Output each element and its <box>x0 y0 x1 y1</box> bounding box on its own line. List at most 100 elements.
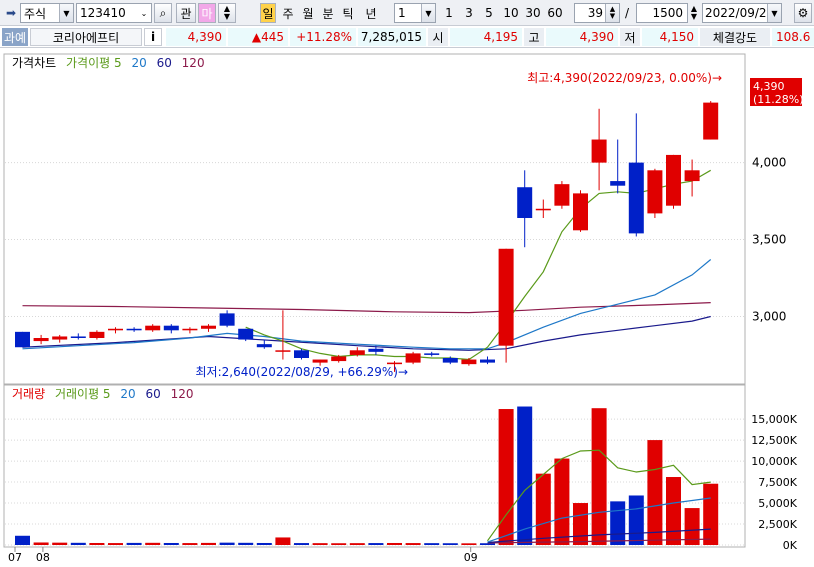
candle-body <box>108 328 123 331</box>
candle-body <box>312 359 328 363</box>
period-tick[interactable]: 틱 <box>340 3 356 23</box>
interval-select[interactable]: 1 ▼ <box>394 3 436 23</box>
period-year[interactable]: 년 <box>362 3 380 23</box>
ma-button[interactable]: 마 <box>198 3 216 23</box>
updown-spinner-icon[interactable]: ▲ ▼ <box>688 3 700 23</box>
volume-bar <box>219 542 235 545</box>
volume-bar <box>535 473 551 545</box>
volume-bar <box>349 543 365 545</box>
settings-icon[interactable]: ⚙ <box>794 3 812 23</box>
low-price: 4,150 <box>642 28 698 46</box>
stock-code-value: 123410 <box>80 6 126 20</box>
volume-bar <box>312 543 328 545</box>
stock-code-input[interactable]: 123410 ⌄ <box>76 3 152 23</box>
volume-legend-ma60: 60 <box>146 387 161 401</box>
price-change: ▲445 <box>228 28 288 46</box>
volume-bar <box>238 542 254 545</box>
price-legend-ma60: 60 <box>157 56 172 70</box>
interval-5[interactable]: 5 <box>480 3 498 23</box>
volume-bar <box>368 543 384 545</box>
candle-body <box>405 353 421 363</box>
strength-value: 108.6 <box>772 28 814 46</box>
interval-30[interactable]: 30 <box>522 3 544 23</box>
interval-3[interactable]: 3 <box>460 3 478 23</box>
count-total-input[interactable]: 1500 <box>636 3 688 23</box>
volume-bar <box>126 542 142 545</box>
gwan-button[interactable]: 관 <box>176 3 196 23</box>
volume-legend-main: 거래량 <box>12 387 45 401</box>
link-arrow-icon[interactable]: ➡ <box>2 3 20 23</box>
volume-bar <box>498 409 514 545</box>
volume-bar <box>647 440 663 545</box>
period-month[interactable]: 월 <box>300 3 316 23</box>
candle-body <box>703 102 719 140</box>
candle-body <box>461 359 477 365</box>
chart-canvas[interactable]: 3,000 3,500 4,000 0K 2,500K 5,000K 7,500K 10,00… <box>0 48 814 564</box>
info-button[interactable]: i <box>144 28 162 46</box>
candle-body <box>628 162 644 234</box>
candle-body <box>591 139 607 163</box>
open-price: 4,195 <box>450 28 522 46</box>
candle-body <box>387 362 402 365</box>
market-type-select[interactable]: 주식 ▼ <box>20 3 74 23</box>
low-label: 저 <box>620 28 640 46</box>
volume-y-tick: 0K <box>783 539 798 552</box>
candle-body <box>163 325 179 331</box>
updown-spinner-icon[interactable]: ▲ ▼ <box>218 3 236 23</box>
volume-y-tick: 15,000K <box>751 413 797 426</box>
volume-bar <box>145 542 161 545</box>
date-select[interactable]: 2022/09/23 ▼ <box>702 3 782 23</box>
price-y-tick: 3,000 <box>752 309 786 323</box>
volume-bar <box>480 543 495 545</box>
search-icon[interactable]: ⌕ <box>154 3 172 23</box>
volume-legend-ma20: 20 <box>120 387 135 401</box>
y-axis-labels: 3,000 3,500 4,000 0K 2,500K 5,000K 7,500K 10,00… <box>751 156 797 552</box>
market-tag: 과예 <box>2 28 28 46</box>
chevron-down-icon[interactable]: ▼ <box>767 4 781 22</box>
candle-body <box>442 358 458 363</box>
last-price-percent: (11.28%) <box>753 93 804 106</box>
volume-bar <box>610 501 626 545</box>
chevron-down-icon[interactable]: ▼ <box>59 4 73 22</box>
candle-body <box>368 348 384 352</box>
volume-bar <box>424 543 440 545</box>
candle-body <box>33 338 49 342</box>
volume-bar <box>387 542 402 545</box>
current-price: 4,390 <box>166 28 226 46</box>
volume-bar <box>554 458 570 545</box>
chevron-down-icon[interactable]: ▼ <box>421 4 435 22</box>
volume-bar <box>182 543 198 545</box>
volume-y-tick: 5,000K <box>758 497 797 510</box>
candle-body <box>610 181 626 186</box>
volume-bar <box>294 543 309 545</box>
candle-body <box>275 350 291 352</box>
volume-bar <box>703 483 719 545</box>
volume-legend-ma120: 120 <box>171 387 194 401</box>
interval-60[interactable]: 60 <box>544 3 566 23</box>
chevron-down-icon[interactable]: ⌄ <box>137 4 151 22</box>
volume-bar <box>405 543 421 545</box>
x-tick-label: 07 <box>8 551 22 564</box>
count-input[interactable]: 39 ▲ ▼ <box>574 3 620 23</box>
volume-legend-ma5: 거래이평 5 <box>55 387 111 401</box>
interval-10[interactable]: 10 <box>500 3 522 23</box>
interval-1[interactable]: 1 <box>440 3 458 23</box>
updown-spinner-icon[interactable]: ▲ ▼ <box>605 4 619 22</box>
count-separator: / <box>624 6 630 20</box>
candle-body <box>89 331 105 338</box>
candle-body <box>554 184 570 206</box>
period-week[interactable]: 주 <box>280 3 296 23</box>
candle-body <box>182 328 198 331</box>
chart-area[interactable]: 3,000 3,500 4,000 0K 2,500K 5,000K 7,500K 10,00… <box>0 48 814 564</box>
price-y-tick: 3,500 <box>752 233 786 247</box>
volume-y-tick: 12,500K <box>751 434 797 447</box>
low-annotation: 최저:2,640(2022/08/29, +66.29%)→ <box>196 365 409 379</box>
date-value: 2022/09/23 <box>705 6 775 20</box>
volume-bar <box>52 542 68 545</box>
volume-bar <box>163 542 179 545</box>
stock-name: 코리아에프티 <box>30 28 142 46</box>
period-minute[interactable]: 분 <box>320 3 336 23</box>
volume-bar <box>442 543 458 545</box>
period-day[interactable]: 일 <box>260 3 276 23</box>
price-y-tick: 4,000 <box>752 156 786 170</box>
